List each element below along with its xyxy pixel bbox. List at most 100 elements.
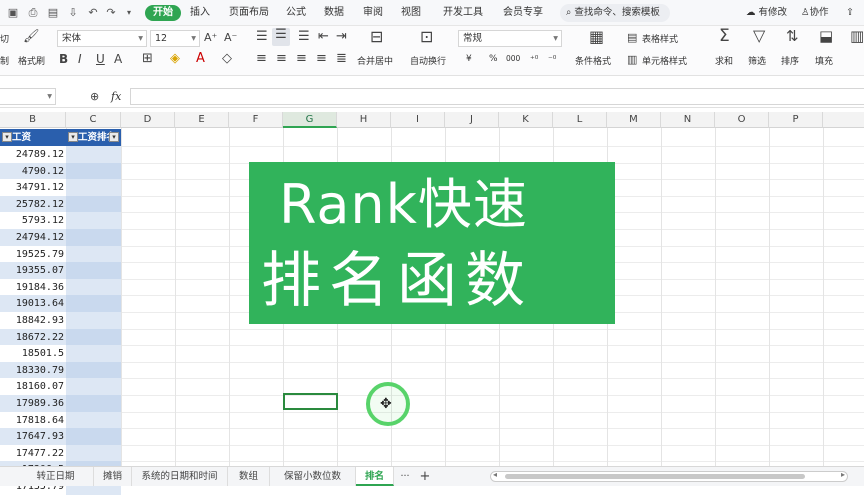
rank-cell[interactable] bbox=[66, 212, 121, 230]
column-header-k[interactable]: K bbox=[499, 112, 553, 128]
font-grow-icon[interactable]: A⁺ bbox=[204, 31, 217, 45]
rank-cell[interactable] bbox=[66, 312, 121, 329]
sum-icon[interactable]: Σ bbox=[719, 28, 730, 45]
align-top-icon[interactable]: ☰ bbox=[256, 30, 268, 44]
filter-label[interactable]: 筛选 bbox=[748, 54, 766, 67]
filter-dropdown-icon[interactable]: ▾ bbox=[109, 132, 119, 142]
wrap-text-icon[interactable]: ⊡ bbox=[420, 29, 433, 45]
increase-decimal-icon[interactable]: ⁺⁰ bbox=[530, 53, 538, 67]
percent-button[interactable]: % bbox=[489, 54, 498, 64]
header-cell-salary[interactable]: ▾ 工资 bbox=[0, 129, 66, 146]
font-size-select[interactable]: 12 ▾ bbox=[150, 30, 200, 47]
rank-cell[interactable] bbox=[66, 195, 121, 213]
format-painter-icon[interactable]: 🖌 bbox=[23, 30, 40, 44]
rank-cell[interactable] bbox=[66, 428, 121, 446]
font-color-icon[interactable]: A bbox=[196, 52, 205, 66]
print-icon[interactable]: ⎙ bbox=[26, 6, 40, 20]
column-header-b[interactable]: B bbox=[0, 112, 66, 128]
strikethrough-icon[interactable]: A bbox=[114, 52, 122, 66]
rank-cell[interactable] bbox=[66, 378, 121, 396]
scroll-left-icon[interactable]: ◂ bbox=[493, 470, 497, 479]
salary-cell[interactable]: 17477.22 bbox=[0, 444, 66, 462]
name-box[interactable]: ▾ bbox=[0, 88, 56, 105]
align-middle-icon[interactable]: ☰ bbox=[272, 28, 290, 46]
fill-label[interactable]: 填充 bbox=[815, 54, 833, 67]
sheet-tab-0[interactable]: 转正日期 bbox=[18, 467, 94, 486]
conditional-format-icon[interactable]: ▦ bbox=[589, 29, 604, 45]
salary-cell[interactable]: 18672.22 bbox=[0, 328, 66, 346]
header-cell-rank[interactable]: ▾ 工资排名 ▾ bbox=[66, 129, 121, 146]
tab-member[interactable]: 会员专享 bbox=[503, 0, 543, 26]
fill-icon[interactable]: ⬓ bbox=[819, 29, 833, 44]
column-header-j[interactable]: J bbox=[445, 112, 499, 128]
save-icon[interactable]: ▣ bbox=[6, 6, 20, 20]
salary-cell[interactable]: 17989.36 bbox=[0, 395, 66, 412]
font-shrink-icon[interactable]: A⁻ bbox=[224, 31, 237, 45]
rank-cell[interactable] bbox=[66, 278, 121, 296]
zoom-icon[interactable]: ⊕ bbox=[90, 90, 99, 104]
sheet-tab-3[interactable]: 数组 bbox=[228, 467, 270, 486]
salary-cell[interactable]: 4790.12 bbox=[0, 162, 66, 180]
italic-icon[interactable]: I bbox=[78, 52, 82, 66]
tab-page-layout[interactable]: 页面布局 bbox=[229, 0, 269, 26]
active-cell[interactable] bbox=[283, 393, 338, 410]
sheet-tab-5[interactable]: 排名 bbox=[356, 467, 394, 486]
column-header-p[interactable]: P bbox=[769, 112, 823, 128]
tab-review[interactable]: 审阅 bbox=[363, 0, 383, 26]
borders-icon[interactable]: ⊞ bbox=[142, 52, 153, 66]
rank-cell[interactable] bbox=[66, 328, 121, 346]
clear-format-icon[interactable]: ◇ bbox=[222, 52, 232, 66]
rank-cell[interactable] bbox=[66, 395, 121, 412]
merge-center-label[interactable]: 合并居中 bbox=[357, 54, 393, 67]
sum-label[interactable]: 求和 bbox=[715, 54, 733, 67]
distribute-icon[interactable]: ≣ bbox=[336, 52, 347, 66]
rank-cell[interactable] bbox=[66, 444, 121, 462]
column-header-i[interactable]: I bbox=[391, 112, 445, 128]
merge-center-icon[interactable]: ⊟ bbox=[370, 29, 383, 45]
salary-cell[interactable]: 19013.64 bbox=[0, 295, 66, 313]
collab-button[interactable]: ♙协作 bbox=[801, 0, 829, 26]
more-sheets-button[interactable]: ··· bbox=[396, 467, 414, 486]
wrap-text-label[interactable]: 自动换行 bbox=[410, 54, 446, 67]
tab-insert[interactable]: 插入 bbox=[190, 0, 210, 26]
rank-cell[interactable] bbox=[66, 361, 121, 379]
share-button[interactable]: ⇪ bbox=[846, 0, 854, 26]
thousands-button[interactable]: 000 bbox=[506, 54, 520, 63]
search-box[interactable]: ⌕ 查找命令、搜索模板 bbox=[560, 4, 670, 22]
salary-cell[interactable]: 34791.12 bbox=[0, 179, 66, 197]
add-sheet-button[interactable]: + bbox=[416, 467, 434, 486]
salary-cell[interactable]: 24794.12 bbox=[0, 229, 66, 246]
fx-icon[interactable]: fx bbox=[111, 90, 121, 103]
scroll-right-icon[interactable]: ▸ bbox=[841, 470, 845, 479]
copy-button[interactable]: 制 bbox=[0, 54, 9, 67]
bold-icon[interactable]: B bbox=[59, 52, 68, 66]
sheet-tab-4[interactable]: 保留小数位数 bbox=[270, 467, 356, 486]
salary-cell[interactable]: 24789.12 bbox=[0, 146, 66, 163]
sheet-tab-1[interactable]: 摊销 bbox=[94, 467, 132, 486]
more-icon[interactable]: ▥ bbox=[850, 29, 864, 44]
decrease-decimal-icon[interactable]: ⁻⁰ bbox=[548, 53, 556, 67]
align-right-icon[interactable]: ≡ bbox=[296, 52, 307, 66]
number-format-select[interactable]: 常规 ▾ bbox=[458, 30, 562, 47]
cut-button[interactable]: 切 bbox=[0, 32, 9, 45]
fill-color-icon[interactable]: ◈ bbox=[170, 52, 180, 66]
rank-cell[interactable] bbox=[66, 245, 121, 263]
indent-decrease-icon[interactable]: ⇤ bbox=[318, 30, 329, 44]
scrollbar-thumb[interactable] bbox=[505, 474, 805, 479]
column-header-c[interactable]: C bbox=[66, 112, 121, 128]
salary-cell[interactable]: 19184.36 bbox=[0, 278, 66, 296]
table-style-label[interactable]: 表格样式 bbox=[642, 32, 678, 45]
rank-cell[interactable] bbox=[66, 262, 121, 280]
column-header-d[interactable]: D bbox=[121, 112, 175, 128]
undo-icon[interactable]: ↶ bbox=[86, 6, 100, 20]
tab-home[interactable]: 开始 bbox=[145, 5, 181, 21]
justify-icon[interactable]: ≡ bbox=[316, 52, 327, 66]
column-header-n[interactable]: N bbox=[661, 112, 715, 128]
salary-cell[interactable]: 17647.93 bbox=[0, 428, 66, 446]
sort-label[interactable]: 排序 bbox=[781, 54, 799, 67]
column-header-e[interactable]: E bbox=[175, 112, 229, 128]
column-header-q[interactable] bbox=[823, 112, 864, 128]
chevron-down-icon[interactable]: ▾ bbox=[122, 6, 136, 20]
align-left-icon[interactable]: ≡ bbox=[256, 52, 267, 66]
salary-cell[interactable]: 18160.07 bbox=[0, 378, 66, 396]
